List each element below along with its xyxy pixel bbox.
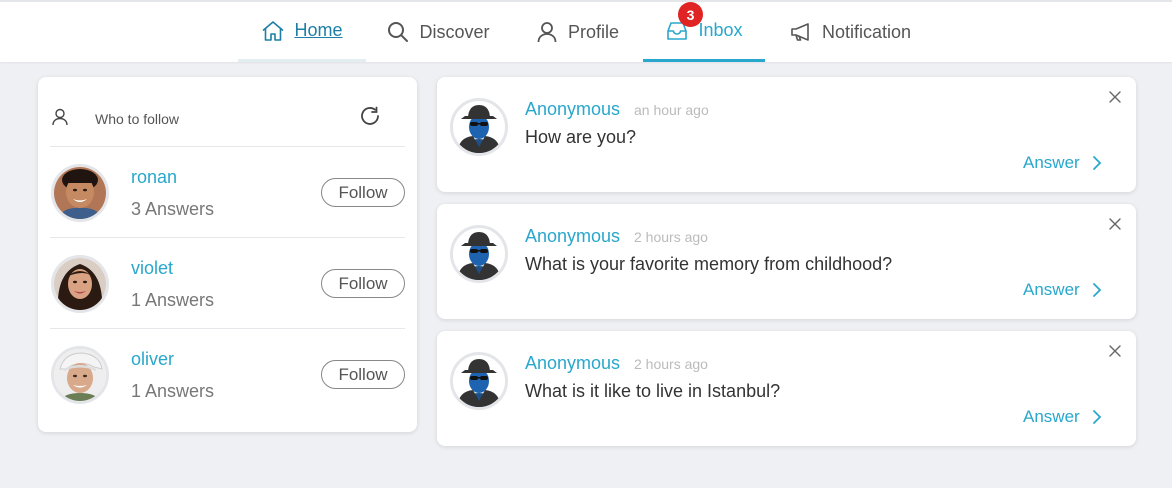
question-text: How are you? [525, 127, 637, 147]
search-icon [386, 20, 410, 44]
who-to-follow-card: Who to follow ronan 3 Answers Follow vio… [38, 77, 417, 432]
avatar[interactable] [51, 255, 109, 313]
answer-button[interactable]: Answer [1023, 153, 1102, 173]
refresh-icon[interactable] [359, 105, 381, 127]
question-timestamp: 2 hours ago [634, 229, 708, 245]
answer-button[interactable]: Answer [1023, 407, 1102, 427]
nav-notification-label: Notification [821, 21, 912, 42]
follow-button[interactable]: Follow [321, 269, 405, 298]
nav-profile-label: Profile [567, 21, 620, 42]
question-timestamp: 2 hours ago [634, 356, 708, 372]
user-name[interactable]: ronan [131, 167, 177, 188]
home-icon [261, 19, 285, 43]
nav-inbox[interactable]: Inbox [643, 2, 765, 62]
user-answer-count: 1 Answers [131, 290, 215, 310]
follow-button[interactable]: Follow [321, 178, 405, 207]
avatar[interactable] [51, 346, 109, 404]
who-to-follow-header: Who to follow [38, 77, 417, 147]
who-to-follow-title: Who to follow [95, 111, 180, 127]
nav-home[interactable]: Home [238, 2, 366, 62]
answer-button-label: Answer [1023, 280, 1080, 299]
question-card: Anonymous 2 hours ago What is your favor… [437, 204, 1136, 319]
avatar[interactable] [51, 164, 109, 222]
close-icon[interactable] [1107, 216, 1123, 232]
follow-suggestion-row: oliver 1 Answers Follow [38, 329, 417, 419]
follow-suggestion-row: violet 1 Answers Follow [38, 238, 417, 328]
anonymous-spy-icon [450, 352, 508, 410]
follow-button[interactable]: Follow [321, 360, 405, 389]
nav-profile[interactable]: Profile [520, 2, 634, 62]
question-author[interactable]: Anonymous [525, 353, 620, 374]
chevron-right-icon [1092, 410, 1101, 424]
user-answer-count: 1 Answers [131, 381, 215, 401]
chevron-right-icon [1092, 283, 1101, 297]
close-icon[interactable] [1107, 89, 1123, 105]
question-card: Anonymous an hour ago How are you? Answe… [437, 77, 1136, 192]
question-text: What is it like to live in Istanbul? [525, 381, 781, 401]
close-icon[interactable] [1107, 343, 1123, 359]
nav-inbox-label: Inbox [698, 20, 743, 40]
megaphone-icon [789, 20, 813, 44]
nav-home-label: Home [294, 20, 343, 40]
answer-button[interactable]: Answer [1023, 280, 1102, 300]
user-name[interactable]: oliver [131, 349, 174, 370]
user-icon [535, 20, 559, 44]
inbox-count-badge: 3 [678, 2, 703, 27]
user-answer-count: 3 Answers [131, 199, 215, 219]
anonymous-spy-icon [450, 225, 508, 283]
chevron-right-icon [1092, 156, 1101, 170]
question-author[interactable]: Anonymous [525, 99, 620, 120]
anonymous-spy-icon [450, 98, 508, 156]
nav-discover-label: Discover [419, 21, 490, 42]
question-text: What is your favorite memory from childh… [525, 254, 893, 274]
user-name[interactable]: violet [131, 258, 173, 279]
answer-button-label: Answer [1023, 407, 1080, 426]
top-nav-bar: Home Discover Profile Inbox Notification [0, 0, 1172, 62]
person-icon [51, 108, 69, 126]
question-card: Anonymous 2 hours ago What is it like to… [437, 331, 1136, 446]
follow-suggestion-row: ronan 3 Answers Follow [38, 147, 417, 237]
nav-discover[interactable]: Discover [372, 2, 504, 62]
answer-button-label: Answer [1023, 153, 1080, 172]
nav-notification[interactable]: Notification [772, 2, 928, 62]
question-timestamp: an hour ago [634, 102, 709, 118]
question-author[interactable]: Anonymous [525, 226, 620, 247]
